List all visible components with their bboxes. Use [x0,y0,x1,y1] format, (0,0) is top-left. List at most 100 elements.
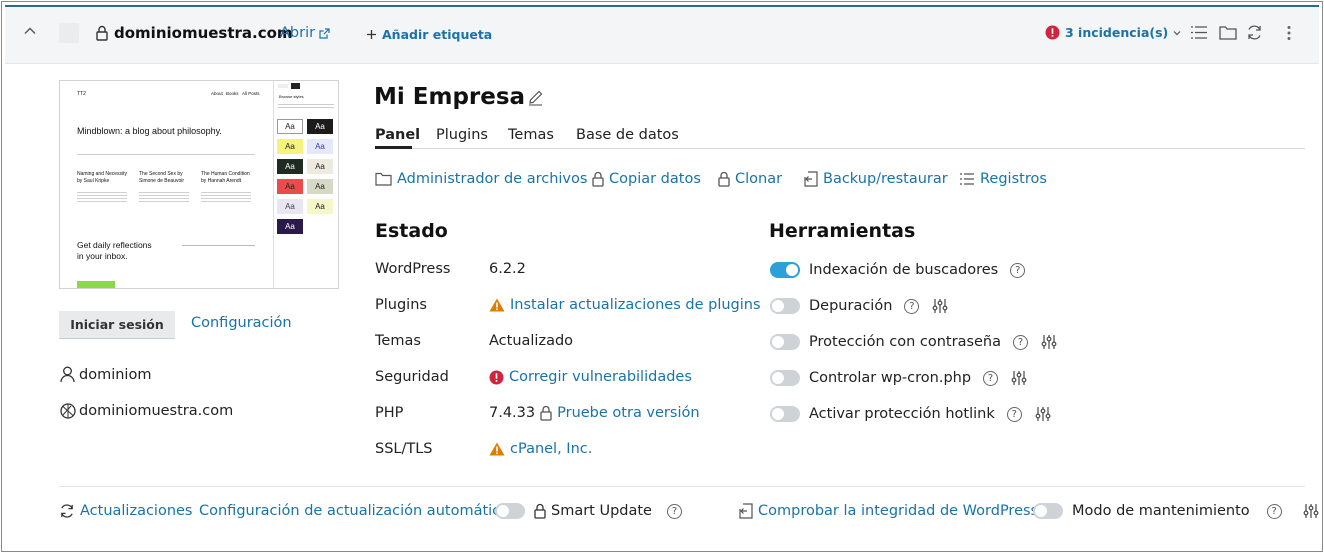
preview-post-title: The Second Sex by Simone de Beauvoir [139,171,185,184]
preview-nav-item: Books [226,91,239,96]
preview-divider [182,245,255,246]
ssl-issuer-link[interactable]: cPanel, Inc. [510,441,592,457]
debugging-toggle[interactable] [770,298,800,314]
lock-icon [96,25,108,41]
preview-nav-item: All Posts [242,91,260,96]
settings-sliders-icon[interactable] [932,298,948,314]
settings-sliders-icon[interactable] [1035,406,1051,422]
tool-wp-cron: Controlar wp-cron.php ? [770,368,1027,388]
install-plugin-updates-link[interactable]: Instalar actualizaciones de plugins [510,297,761,313]
tool-search-indexing: Indexación de buscadores ? [770,260,1026,280]
refresh-icon[interactable] [1246,24,1263,41]
status-label-seguridad: Seguridad [375,369,449,385]
help-icon[interactable]: ? [1006,406,1022,422]
backup-restore-label: Backup/restaurar [823,171,948,187]
backup-icon [804,171,818,187]
site-domain: dominiomuestra.com [79,403,234,419]
help-icon[interactable]: ? [904,298,920,314]
status-value-ssl: cPanel, Inc. [489,441,592,457]
tool-debugging: Depuración ? [770,296,948,316]
list-icon [959,172,975,186]
maintenance-mode-toggle[interactable] [1033,503,1063,519]
wp-cron-toggle[interactable] [770,370,800,386]
open-site-link[interactable]: Abrir [280,25,330,41]
settings-sliders-icon[interactable] [1303,503,1319,519]
try-other-version-link[interactable]: Pruebe otra versión [557,405,699,421]
clone-action[interactable]: Clonar [718,171,782,187]
edit-pencil-icon[interactable] [527,89,544,106]
status-label-ssl: SSL/TLS [375,441,433,457]
help-icon[interactable]: ? [666,503,682,519]
tool-password-protection: Protección con contraseña ? [770,332,1057,352]
help-icon[interactable]: ? [983,370,999,386]
status-value-plugins: Instalar actualizaciones de plugins [489,297,761,313]
chevron-down-icon [1173,30,1181,36]
preview-style-swatch: Aa [307,199,333,214]
help-icon[interactable]: ? [1266,503,1282,519]
hotlink-protection-label: Activar protección hotlink [809,406,995,422]
issues-dropdown[interactable]: 3 incidencia(s) [1045,25,1181,40]
preview-style-panel: Browse styles Aa Aa Aa Aa Aa Aa Aa Aa Aa… [273,81,338,288]
copy-data-label: Copiar datos [609,171,701,187]
folder-icon[interactable] [1219,25,1237,40]
settings-sliders-icon[interactable] [1011,370,1027,386]
preview-nav-item: About [211,91,223,96]
login-button[interactable]: Iniciar sesión [59,311,175,339]
copy-data-action[interactable]: Copiar datos [592,171,701,187]
tab-plugins[interactable]: Plugins [436,127,488,143]
preview-style-swatch: Aa [307,159,333,174]
logs-action[interactable]: Registros [959,171,1047,187]
settings-sliders-icon[interactable] [1041,334,1057,350]
configuration-link[interactable]: Configuración [191,315,292,331]
preview-post-title: Naming and Necessity by Saul Kripke [77,171,128,184]
tabs-divider [375,148,1305,149]
external-link-icon [319,27,330,39]
status-label-php: PHP [375,405,404,421]
add-tag-label: Añadir etiqueta [382,27,493,42]
password-protection-label: Protección con contraseña [809,334,1002,350]
help-icon[interactable]: ? [1010,262,1026,278]
chevron-up-icon[interactable] [24,27,36,35]
maintenance-mode-label: Modo de mantenimiento [1072,503,1250,519]
issues-label: 3 incidencia(s) [1065,25,1169,40]
preview-style-swatch: Aa [277,119,303,134]
smart-update-control: Smart Update ? [495,503,682,519]
username: dominiom [79,367,152,383]
preview-post-title: The Human Condition by Hannah Arendt [201,171,250,184]
tab-panel[interactable]: Panel [375,127,420,143]
open-site-label: Abrir [280,25,316,41]
status-value-temas: Actualizado [489,333,573,349]
add-tag-button[interactable]: Añadir etiqueta [366,27,492,42]
search-indexing-toggle[interactable] [770,262,800,278]
site-preview-thumbnail[interactable]: TT2 About Books All Posts Mindblown: a b… [59,80,339,289]
updates-link[interactable]: Actualizaciones [59,503,193,519]
password-protection-toggle[interactable] [770,334,800,350]
backup-restore-action[interactable]: Backup/restaurar [804,171,948,187]
tools-heading: Herramientas [769,220,916,242]
preview-style-swatch: Aa [277,139,303,154]
themes-status: Actualizado [489,333,574,349]
status-value-wordpress: 6.2.2 [489,261,526,277]
auto-update-config-link[interactable]: Configuración de actualización automátic… [199,503,509,519]
more-options-icon[interactable] [1286,25,1292,41]
smart-update-toggle[interactable] [495,503,525,519]
status-label-plugins: Plugins [375,297,427,313]
help-icon[interactable]: ? [1013,334,1029,350]
tab-temas[interactable]: Temas [508,127,554,143]
preview-subscribe-button [77,281,115,288]
check-integrity-link[interactable]: Comprobar la integridad de WordPress [739,503,1038,519]
fix-vulnerabilities-link[interactable]: Corregir vulnerabilidades [509,369,692,385]
hotlink-protection-toggle[interactable] [770,406,800,422]
preview-divider [77,154,255,155]
refresh-icon [59,503,75,519]
preview-style-swatch: Aa [277,159,303,174]
check-integrity-label: Comprobar la integridad de WordPress [758,503,1039,519]
status-label-wordpress: WordPress [375,261,451,277]
footer-divider [59,486,1305,487]
integrity-check-icon [739,503,753,519]
list-view-icon[interactable] [1190,25,1208,40]
tab-base-de-datos[interactable]: Base de datos [576,127,679,143]
file-manager-action[interactable]: Administrador de archivos [375,171,587,187]
status-label-temas: Temas [375,333,421,349]
preview-style-swatch: Aa [307,119,333,134]
